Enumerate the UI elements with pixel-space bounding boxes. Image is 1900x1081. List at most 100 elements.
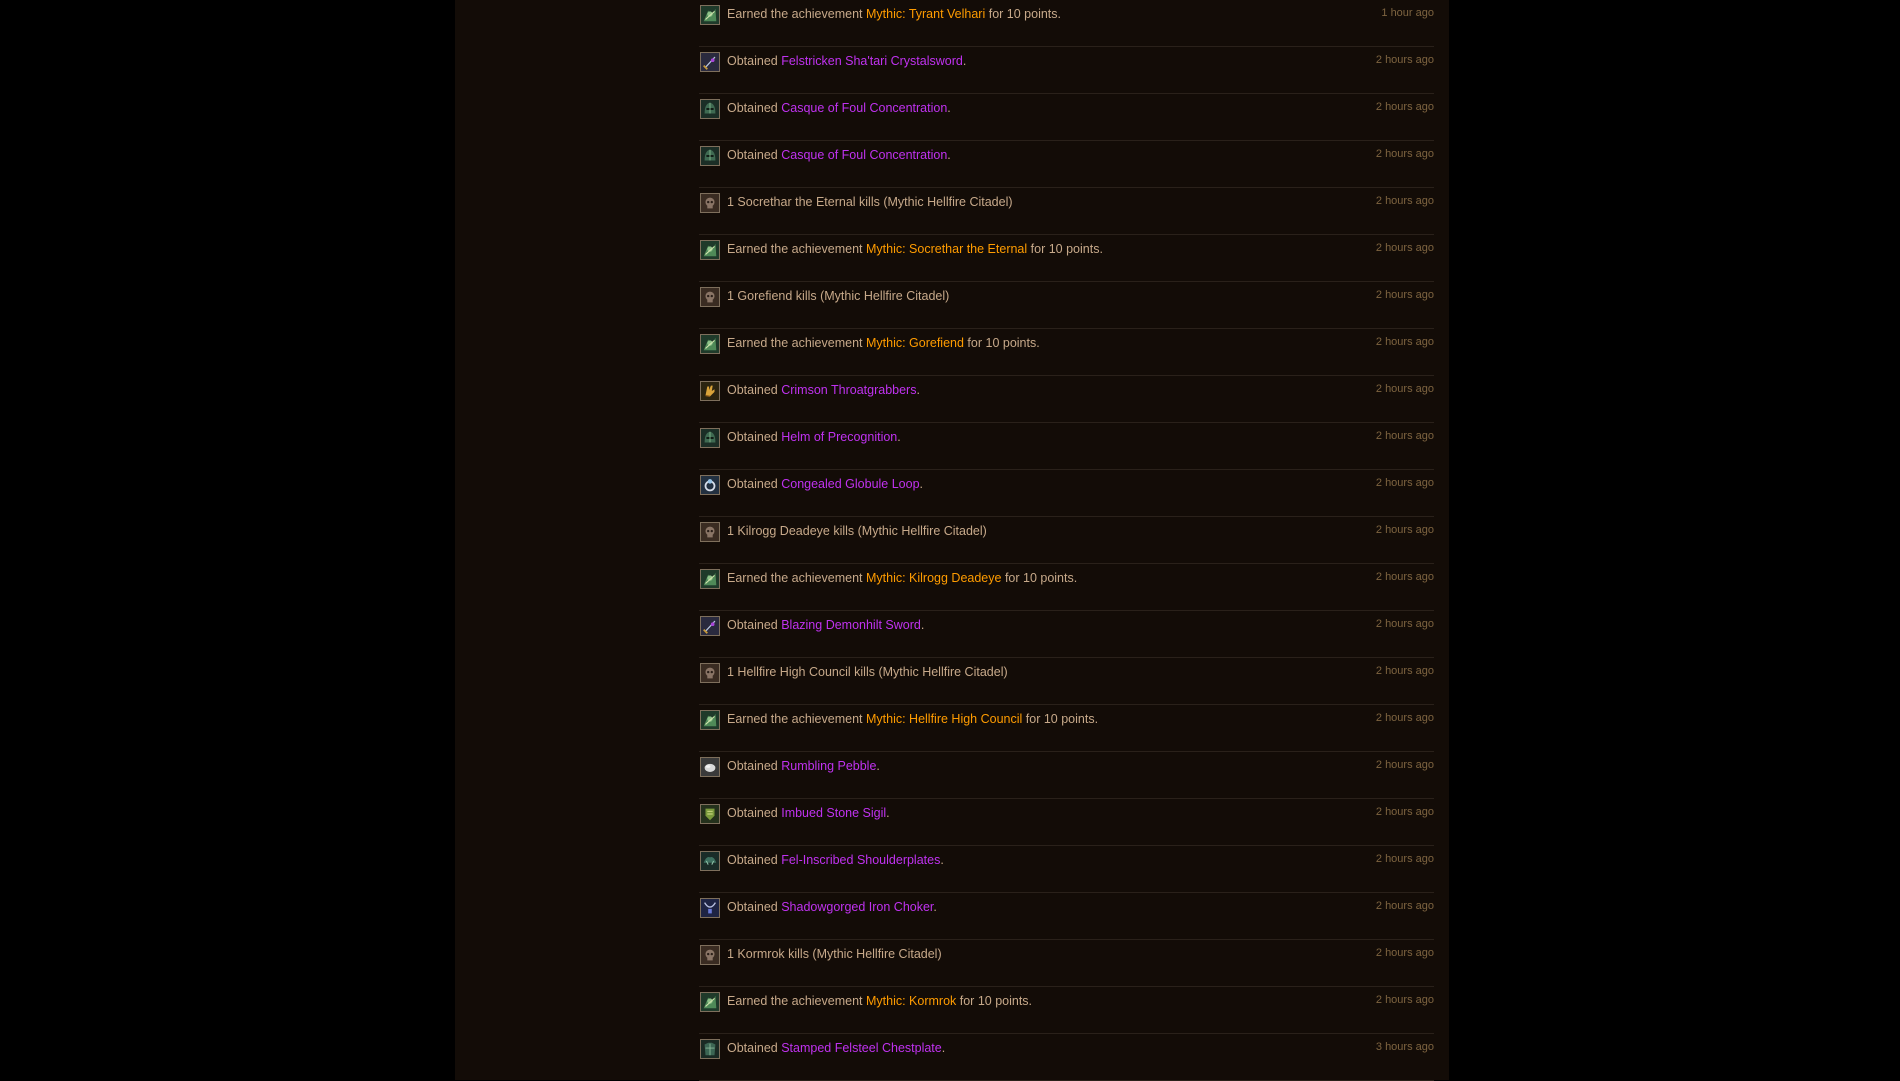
helm-icon[interactable] <box>700 146 720 166</box>
feed-prefix: Obtained <box>727 54 782 68</box>
feed-prefix: Obtained <box>727 759 782 773</box>
feed-text: Obtained Congealed Globule Loop. <box>727 477 923 491</box>
item-link[interactable]: Felstricken Sha'tari Crystalsword <box>781 54 963 68</box>
chest-icon[interactable] <box>700 1039 720 1059</box>
item-link[interactable]: Congealed Globule Loop <box>781 477 919 491</box>
achievement-link[interactable]: Mythic: Kilrogg Deadeye <box>866 571 1001 585</box>
achievement-link[interactable]: Mythic: Gorefiend <box>866 336 964 350</box>
timestamp: 2 hours ago <box>1375 853 1434 865</box>
feed-text: Earned the achievement Mythic: Tyrant Ve… <box>727 7 1061 21</box>
feed-prefix: Obtained <box>727 806 782 820</box>
achievement-icon[interactable] <box>700 240 720 260</box>
feed-text: Earned the achievement Mythic: Socrethar… <box>727 242 1103 256</box>
feed-row-item: Obtained Rumbling Pebble. 2 hours ago <box>699 752 1434 799</box>
feed-prefix: 1 Kormrok kills (Mythic Hellfire Citadel… <box>727 947 942 961</box>
feed-row-kill: 1 Socrethar the Eternal kills (Mythic He… <box>699 188 1434 235</box>
item-link[interactable]: Shadowgorged Iron Choker <box>781 900 933 914</box>
timestamp: 2 hours ago <box>1375 665 1434 677</box>
timestamp: 2 hours ago <box>1375 242 1434 254</box>
feed-row-item: Obtained Crimson Throatgrabbers. 2 hours … <box>699 376 1434 423</box>
feed-suffix: for 10 points. <box>963 336 1040 350</box>
sigil-icon[interactable] <box>700 804 720 824</box>
feed-prefix: Obtained <box>727 618 782 632</box>
achievement-icon[interactable] <box>700 710 720 730</box>
feed-suffix: for 10 points. <box>1001 571 1078 585</box>
timestamp: 2 hours ago <box>1375 336 1434 348</box>
ring-icon[interactable] <box>700 475 720 495</box>
achievement-icon[interactable] <box>700 5 720 25</box>
feed-prefix: Earned the achievement <box>727 712 866 726</box>
achievement-link[interactable]: Mythic: Tyrant Velhari <box>866 7 985 21</box>
gloves-icon[interactable] <box>700 381 720 401</box>
feed-suffix: . <box>933 900 937 914</box>
item-link[interactable]: Helm of Precognition <box>781 430 897 444</box>
feed-prefix: Earned the achievement <box>727 994 866 1008</box>
item-link[interactable]: Casque of Foul Concentration <box>781 148 947 162</box>
feed-prefix: 1 Hellfire High Council kills (Mythic He… <box>727 665 1008 679</box>
achievement-link[interactable]: Mythic: Socrethar the Eternal <box>866 242 1027 256</box>
feed-row-achievement: Earned the achievement Mythic: Tyrant Ve… <box>699 0 1434 47</box>
timestamp: 2 hours ago <box>1375 54 1434 66</box>
pebble-icon[interactable] <box>700 757 720 777</box>
feed-suffix: for 10 points. <box>1027 242 1103 256</box>
feed-suffix: . <box>886 806 890 820</box>
feed-suffix: . <box>916 383 920 397</box>
feed-suffix: for 10 points. <box>1022 712 1099 726</box>
timestamp: 2 hours ago <box>1375 289 1434 301</box>
achievement-icon[interactable] <box>700 334 720 354</box>
feed-suffix: . <box>941 1041 946 1055</box>
feed-row-item: Obtained Blazing Demonhilt Sword. 2 hours… <box>699 611 1434 658</box>
necklace-icon[interactable] <box>700 898 720 918</box>
helm-icon[interactable] <box>700 99 720 119</box>
helm-icon[interactable] <box>700 428 720 448</box>
feed-row-kill: 1 Kilrogg Deadeye kills (Mythic Hellfire… <box>699 517 1434 564</box>
item-link[interactable]: Rumbling Pebble <box>781 759 876 773</box>
timestamp: 2 hours ago <box>1375 383 1434 395</box>
feed-row-item: Obtained Casque of Foul Concentration. 2 … <box>699 141 1434 188</box>
feed-prefix: Obtained <box>727 853 782 867</box>
feed-text: 1 Kilrogg Deadeye kills (Mythic Hellfire… <box>727 524 987 538</box>
page-panel: Earned the achievement Mythic: Tyrant Ve… <box>455 0 1449 1081</box>
feed-suffix: . <box>920 618 925 632</box>
timestamp: 2 hours ago <box>1375 994 1434 1006</box>
achievement-link[interactable]: Mythic: Hellfire High Council <box>866 712 1022 726</box>
feed-row-item: Obtained Congealed Globule Loop. 2 hours … <box>699 470 1434 517</box>
feed-prefix: Obtained <box>727 148 782 162</box>
feed-suffix: . <box>919 477 924 491</box>
item-link[interactable]: Fel-Inscribed Shoulderplates <box>781 853 940 867</box>
item-link[interactable]: Stamped Felsteel Chestplate <box>781 1041 942 1055</box>
achievement-icon[interactable] <box>700 992 720 1012</box>
sword-icon[interactable] <box>700 616 720 636</box>
skull-icon <box>700 663 720 683</box>
timestamp: 2 hours ago <box>1375 947 1434 959</box>
item-link[interactable]: Imbued Stone Sigil <box>781 806 886 820</box>
item-link[interactable]: Casque of Foul Concentration <box>781 101 947 115</box>
feed-row-achievement: Earned the achievement Mythic: Kormrok f… <box>699 987 1434 1034</box>
feed-prefix: Obtained <box>727 383 782 397</box>
feed-row-item: Obtained Stamped Felsteel Chestplate. 3 h… <box>699 1034 1434 1081</box>
timestamp: 2 hours ago <box>1375 101 1434 113</box>
timestamp: 2 hours ago <box>1375 712 1434 724</box>
feed-text: Obtained Crimson Throatgrabbers. <box>727 383 920 397</box>
feed-text: Obtained Helm of Precognition. <box>727 430 901 444</box>
feed-prefix: Earned the achievement <box>727 242 866 256</box>
item-link[interactable]: Blazing Demonhilt Sword <box>781 618 921 632</box>
feed-row-item: Obtained Fel-Inscribed Shoulderplates. 2 … <box>699 846 1434 893</box>
feed-text: Obtained Blazing Demonhilt Sword. <box>727 618 924 632</box>
achievement-link[interactable]: Mythic: Kormrok <box>866 994 956 1008</box>
item-link[interactable]: Crimson Throatgrabbers <box>781 383 916 397</box>
feed-row-item: Obtained Helm of Precognition. 2 hours ag… <box>699 423 1434 470</box>
feed-prefix: Obtained <box>727 900 782 914</box>
feed-text: Earned the achievement Mythic: Kilrogg D… <box>727 571 1077 585</box>
achievement-icon[interactable] <box>700 569 720 589</box>
feed-suffix: . <box>962 54 967 68</box>
feed-suffix: for 10 points. <box>956 994 1033 1008</box>
timestamp: 2 hours ago <box>1375 148 1434 160</box>
feed-prefix: Obtained <box>727 1041 782 1055</box>
feed-text: Obtained Felstricken Sha'tari Crystalswo… <box>727 54 966 68</box>
sword-icon[interactable] <box>700 52 720 72</box>
timestamp: 1 hour ago <box>1381 7 1434 19</box>
feed-suffix: . <box>940 853 944 867</box>
shoulder-icon[interactable] <box>700 851 720 871</box>
feed-suffix: for 10 points. <box>985 7 1061 21</box>
